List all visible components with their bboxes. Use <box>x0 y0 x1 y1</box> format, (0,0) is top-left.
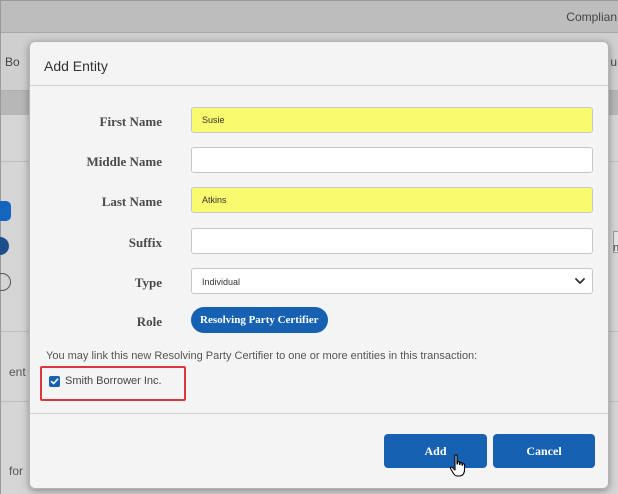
app-top-bar: Complian <box>1 1 618 33</box>
dialog-footer-divider <box>30 413 608 414</box>
dialog-header: Add Entity <box>30 42 608 86</box>
add-entity-dialog: Add Entity First Name Middle Name Last N… <box>29 41 609 489</box>
first-name-label: First Name <box>99 114 162 129</box>
last-name-input[interactable] <box>191 187 593 213</box>
role-badge: Resolving Party Certifier <box>191 307 328 333</box>
app-side-text: ent <box>9 365 26 379</box>
add-button[interactable]: Add <box>384 434 487 468</box>
checkmark-icon <box>50 378 59 385</box>
app-tab-right: u <box>610 55 617 69</box>
link-instruction-text: You may link this new Resolving Party Ce… <box>46 350 478 362</box>
middle-name-label: Middle Name <box>86 154 162 169</box>
last-name-label: Last Name <box>101 194 162 209</box>
app-side-button <box>0 201 11 221</box>
dialog-title: Add Entity <box>44 58 108 74</box>
app-tab-left: Bo <box>5 55 20 69</box>
entity-label[interactable]: Smith Borrower Inc. <box>65 375 162 387</box>
entity-checkbox[interactable] <box>49 376 60 387</box>
type-select[interactable]: Individual <box>191 268 593 294</box>
role-label: Role <box>136 314 162 329</box>
type-label: Type <box>134 275 162 290</box>
cancel-button[interactable]: Cancel <box>493 434 595 468</box>
suffix-input[interactable] <box>191 228 593 254</box>
first-name-input[interactable] <box>191 107 593 133</box>
type-selected-value: Individual <box>202 277 241 287</box>
hand-pointer-icon <box>449 454 466 477</box>
chevron-down-icon <box>575 278 585 284</box>
app-title: Complian <box>566 10 617 24</box>
app-side-text: for <box>9 464 24 478</box>
middle-name-input[interactable] <box>191 147 593 173</box>
app-right-text: n <box>613 242 618 254</box>
suffix-label: Suffix <box>128 235 162 250</box>
